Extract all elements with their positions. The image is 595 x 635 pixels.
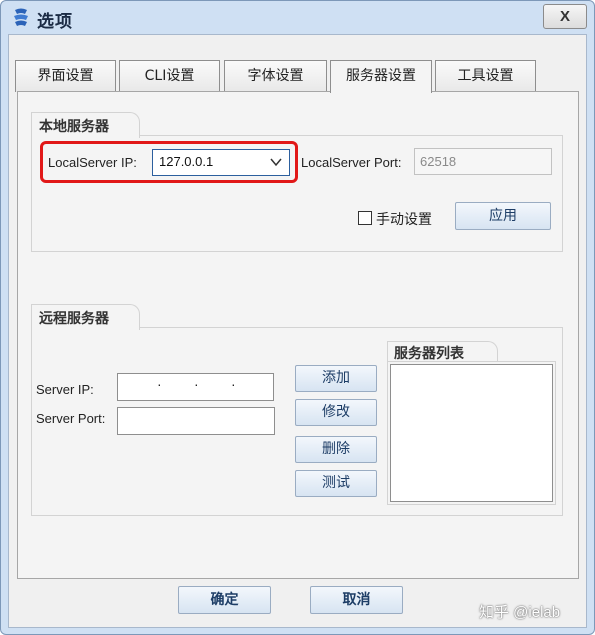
watermark-text: 知乎 @ielab [479, 604, 561, 621]
server-ip-label: Server IP: [36, 382, 94, 397]
annotation-highlight-box [40, 141, 298, 183]
manual-setting-checkbox[interactable] [358, 211, 372, 225]
options-dialog: 选项 X 界面设置 CLI设置 字体设置 服务器设置 工具设置 本地服务器 Lo… [0, 0, 595, 635]
tab-interface-settings[interactable]: 界面设置 [15, 60, 116, 92]
manual-setting-label: 手动设置 [376, 212, 432, 228]
test-server-button[interactable]: 测试 [295, 470, 377, 497]
server-port-label: Server Port: [36, 411, 106, 426]
localserver-port-label: LocalServer Port: [301, 155, 402, 170]
server-port-field[interactable] [117, 407, 275, 435]
tab-cli-settings[interactable]: CLI设置 [119, 60, 220, 92]
close-button[interactable]: X [543, 4, 587, 29]
add-server-button[interactable]: 添加 [295, 365, 377, 392]
modify-server-button[interactable]: 修改 [295, 399, 377, 426]
remote-server-group-title: 远程服务器 [39, 311, 109, 327]
tab-server-settings[interactable]: 服务器设置 [330, 60, 432, 93]
server-list-title: 服务器列表 [394, 346, 464, 362]
local-server-group-title: 本地服务器 [39, 119, 109, 135]
apply-button[interactable]: 应用 [455, 202, 551, 230]
ok-button[interactable]: 确定 [178, 586, 271, 614]
server-list-box[interactable] [390, 364, 553, 502]
tab-font-settings[interactable]: 字体设置 [224, 60, 327, 92]
localserver-port-field[interactable]: 62518 [414, 148, 552, 175]
tab-tool-settings[interactable]: 工具设置 [435, 60, 536, 92]
window-title: 选项 [37, 12, 73, 32]
server-ip-field[interactable]: · · · [117, 373, 274, 401]
delete-server-button[interactable]: 删除 [295, 436, 377, 463]
dialog-client-area: 界面设置 CLI设置 字体设置 服务器设置 工具设置 本地服务器 LocalSe… [8, 34, 587, 628]
server-settings-panel: 本地服务器 LocalServer IP: 127.0.0.1 LocalSer… [17, 91, 579, 579]
cancel-button[interactable]: 取消 [310, 586, 403, 614]
app-logo-icon [14, 8, 28, 26]
title-bar[interactable]: 选项 X [1, 1, 594, 35]
